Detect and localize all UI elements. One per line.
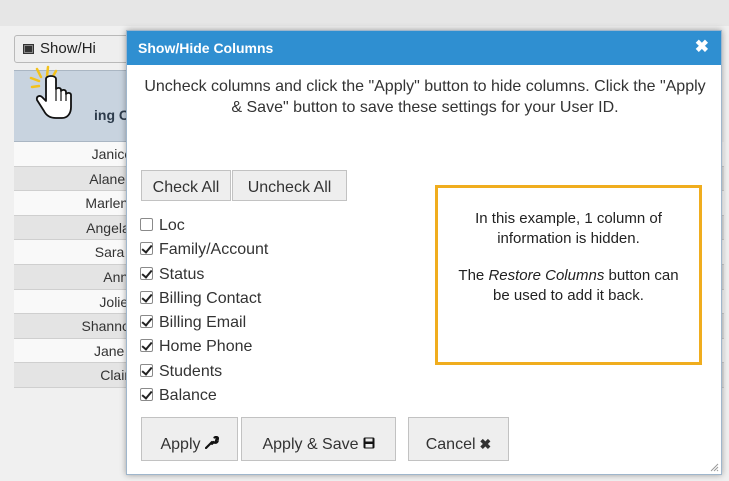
column-option-billing-contact[interactable]: Billing Contact	[140, 290, 268, 314]
column-checkbox-list: Loc Family/Account Status Billing Contac…	[140, 217, 268, 411]
grid-icon	[23, 44, 34, 54]
close-icon: ✖	[479, 435, 492, 452]
column-option-loc[interactable]: Loc	[140, 217, 268, 241]
check-all-button[interactable]: Check All	[141, 170, 231, 201]
callout-note: In this example, 1 column of information…	[435, 185, 702, 365]
dialog-title-bar: Show/Hide Columns ✖	[127, 31, 721, 65]
column-option-status[interactable]: Status	[140, 266, 268, 290]
restore-columns-emphasis: Restore Columns	[488, 267, 605, 284]
column-option-family-account[interactable]: Family/Account	[140, 241, 268, 265]
column-option-home-phone[interactable]: Home Phone	[140, 338, 268, 362]
checkbox[interactable]	[140, 242, 153, 256]
show-hide-columns-dialog: Show/Hide Columns ✖ Uncheck columns and …	[126, 30, 722, 475]
checkbox[interactable]	[140, 218, 153, 231]
dialog-instructions: Uncheck columns and click the "Apply" bu…	[144, 78, 706, 116]
callout-line-1: In this example, 1 column of information…	[475, 210, 662, 247]
hand-cursor-icon	[29, 65, 72, 119]
screen: Show/Hi ing Co Janice Br Alane Cle Marle…	[0, 0, 729, 481]
column-option-balance[interactable]: Balance	[140, 387, 268, 411]
checkbox[interactable]	[140, 266, 153, 280]
checkbox[interactable]	[140, 290, 153, 304]
checkbox[interactable]	[140, 315, 153, 329]
cancel-button[interactable]: Cancel ✖	[408, 417, 509, 461]
apply-and-save-button[interactable]: Apply & Save	[241, 417, 396, 461]
checkbox[interactable]	[140, 363, 153, 377]
top-bar	[0, 0, 729, 26]
wrench-icon	[204, 435, 219, 452]
dialog-title: Show/Hide Columns	[138, 40, 274, 56]
save-disk-icon	[363, 436, 375, 452]
column-option-billing-email[interactable]: Billing Email	[140, 314, 268, 338]
uncheck-all-button[interactable]: Uncheck All	[232, 170, 347, 201]
show-hide-button-label: Show/Hi	[40, 40, 96, 57]
callout-line-2: The Restore Columns button can be used t…	[458, 267, 679, 304]
close-icon[interactable]: ✖	[695, 38, 709, 56]
column-option-students[interactable]: Students	[140, 363, 268, 387]
checkbox[interactable]	[140, 339, 153, 353]
checkbox[interactable]	[140, 388, 153, 402]
apply-button[interactable]: Apply	[141, 417, 238, 461]
resize-handle-icon[interactable]	[709, 462, 719, 472]
